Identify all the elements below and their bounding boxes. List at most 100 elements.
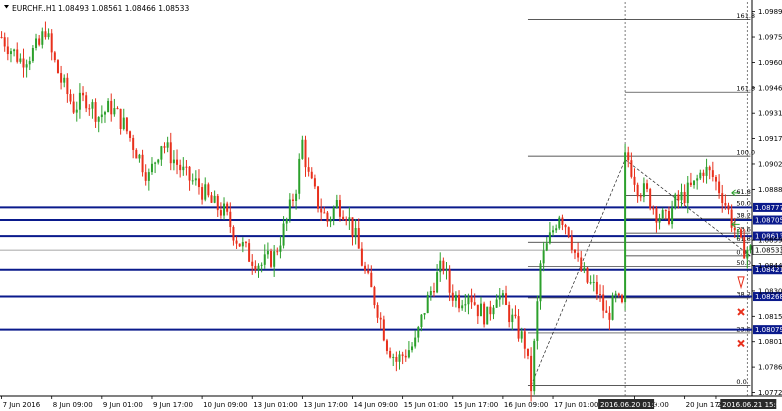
candle-body bbox=[401, 354, 404, 356]
candle-body bbox=[746, 250, 749, 259]
candle-body bbox=[733, 227, 736, 231]
candle-body bbox=[28, 61, 31, 65]
candle-body bbox=[326, 212, 329, 222]
candle-body bbox=[458, 294, 461, 309]
candle-body bbox=[564, 224, 567, 228]
candle-body bbox=[91, 102, 94, 109]
candle-body bbox=[523, 331, 526, 349]
candle-body bbox=[313, 178, 316, 187]
candle-body bbox=[351, 217, 354, 237]
candle bbox=[382, 315, 385, 342]
candle-body bbox=[163, 146, 166, 148]
candle-body bbox=[44, 31, 47, 38]
price-tick-label: 1.09605 bbox=[758, 59, 782, 67]
time-tick-label: 14 Jun 09:00 bbox=[354, 401, 398, 409]
candle-body bbox=[97, 117, 100, 122]
time-tick-label: 15 Jun 17:00 bbox=[454, 401, 498, 409]
candle bbox=[620, 293, 623, 304]
candle-body bbox=[693, 180, 696, 186]
candle-body bbox=[395, 356, 398, 362]
candle-body bbox=[740, 229, 743, 238]
candle-body bbox=[614, 293, 617, 296]
candle-body bbox=[100, 114, 103, 118]
fib-level-label: 161.8 bbox=[736, 12, 755, 20]
candle-body bbox=[392, 356, 395, 358]
time-tick-label: 7 Jun 2016 bbox=[3, 401, 41, 409]
candle-body bbox=[580, 257, 583, 271]
candle-body bbox=[677, 194, 680, 201]
chart-window[interactable]: 161.8161.8100.061.850.038.223.661.80.050… bbox=[0, 0, 782, 411]
candle-body bbox=[473, 302, 476, 305]
price-tick-label: 1.08880 bbox=[758, 186, 782, 194]
candle-body bbox=[94, 102, 97, 122]
candle-body bbox=[19, 58, 22, 62]
candle-body bbox=[85, 95, 88, 109]
candle-body bbox=[389, 350, 392, 358]
candle-body bbox=[570, 236, 573, 250]
candle-body bbox=[620, 295, 623, 303]
symbol-name: EURCHF..H1 bbox=[12, 4, 56, 13]
candle-body bbox=[407, 350, 410, 358]
candle-body bbox=[135, 149, 138, 159]
candle bbox=[317, 185, 320, 213]
candle-body bbox=[439, 260, 442, 273]
price-tick-label: 1.09460 bbox=[758, 84, 782, 92]
candle-body bbox=[445, 269, 448, 271]
chart-background bbox=[0, 0, 782, 411]
chart-area bbox=[0, 0, 782, 411]
candle-body bbox=[552, 230, 555, 233]
candle-body bbox=[555, 228, 558, 231]
candle-body bbox=[646, 183, 649, 190]
candle-body bbox=[157, 159, 160, 163]
candle-body bbox=[727, 205, 730, 210]
candle-body bbox=[31, 48, 34, 62]
candle-body bbox=[364, 265, 367, 271]
candle-body bbox=[586, 267, 589, 283]
candle-body bbox=[661, 210, 664, 219]
candle-body bbox=[75, 109, 78, 113]
candle bbox=[270, 248, 273, 269]
fib-level-label: 61.8 bbox=[736, 188, 750, 196]
candle-body bbox=[636, 184, 639, 197]
fib-level-label: 100.0 bbox=[736, 149, 755, 157]
candle-body bbox=[511, 314, 514, 323]
candle-body bbox=[241, 242, 244, 247]
candle-body bbox=[517, 316, 520, 339]
candle-body bbox=[216, 195, 219, 211]
candle-body bbox=[470, 296, 473, 303]
candle-body bbox=[489, 306, 492, 315]
candle-body bbox=[122, 117, 125, 129]
candle-body bbox=[429, 290, 432, 295]
candle-body bbox=[310, 171, 313, 179]
candle-body bbox=[107, 100, 110, 113]
candle-body bbox=[461, 305, 464, 309]
price-tick-label: 1.09025 bbox=[758, 160, 782, 168]
price-tick-label: 1.08155 bbox=[758, 313, 782, 321]
candle-body bbox=[642, 183, 645, 197]
candle bbox=[649, 187, 652, 211]
ohlc-values: 1.08493 1.08561 1.08466 1.08533 bbox=[58, 4, 189, 13]
candle-body bbox=[624, 152, 627, 303]
candle-body bbox=[589, 282, 592, 284]
candle-body bbox=[317, 186, 320, 209]
candle-body bbox=[639, 196, 642, 198]
price-chart[interactable]: 161.8161.8100.061.850.038.223.661.80.050… bbox=[0, 0, 782, 411]
candle-body bbox=[304, 139, 307, 168]
crosshair-time-label: 2016.06.20 01:00 bbox=[600, 401, 662, 409]
candle-body bbox=[627, 152, 630, 161]
candle-body bbox=[279, 245, 282, 252]
candle-body bbox=[464, 304, 467, 306]
candle-body bbox=[708, 166, 711, 171]
fib-level-label: 38.2 bbox=[736, 211, 750, 219]
candle-body bbox=[6, 46, 9, 55]
candle-body bbox=[414, 337, 417, 347]
candle-body bbox=[288, 199, 291, 220]
candle-body bbox=[119, 108, 122, 129]
candle-body bbox=[113, 108, 116, 115]
candle-body bbox=[602, 294, 605, 311]
time-tick-label: 9 Jun 17:00 bbox=[153, 401, 193, 409]
candle-body bbox=[724, 203, 727, 206]
candle-body bbox=[423, 312, 426, 315]
candle-body bbox=[291, 199, 294, 201]
candle-body bbox=[210, 195, 213, 203]
